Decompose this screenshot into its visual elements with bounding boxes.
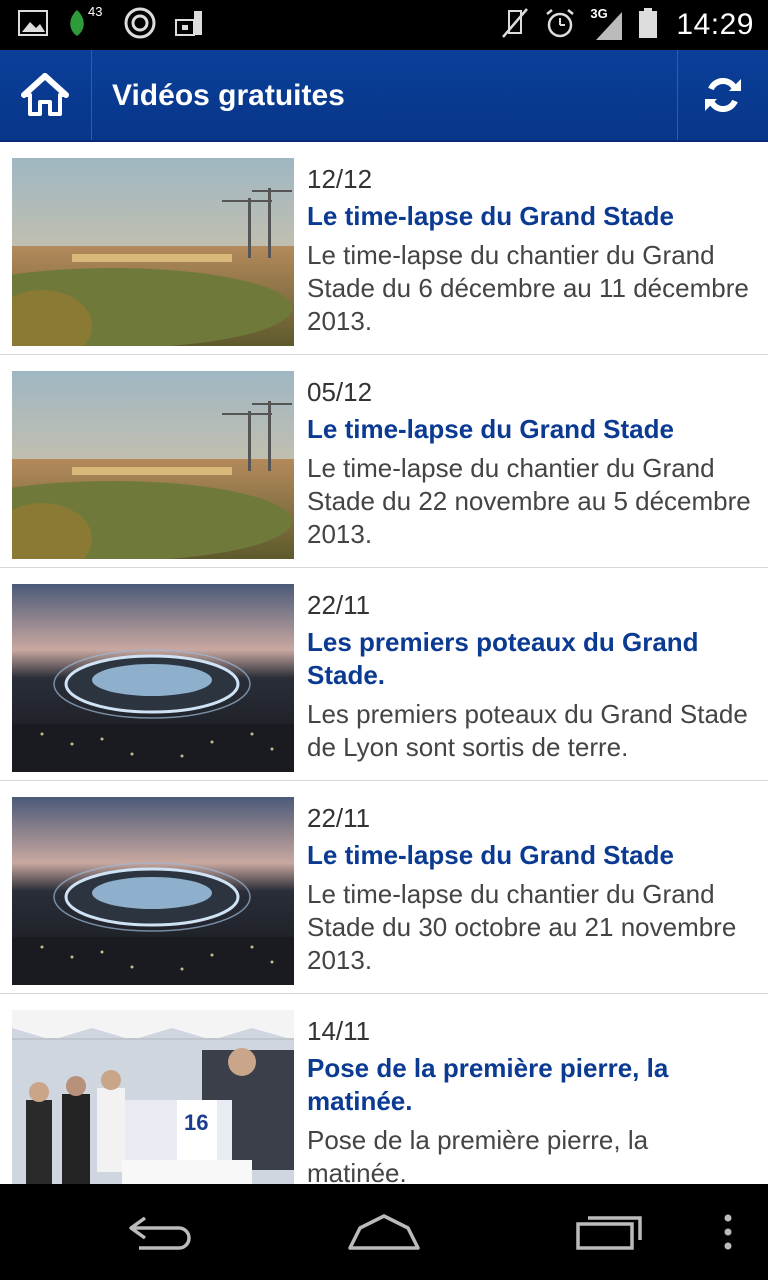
sync-circle-icon xyxy=(124,7,156,44)
video-title[interactable]: Le time-lapse du Grand Stade xyxy=(307,200,754,233)
page-title: Vidéos gratuites xyxy=(112,79,345,112)
video-title[interactable]: Le time-lapse du Grand Stade xyxy=(307,839,754,872)
video-thumbnail[interactable] xyxy=(12,158,294,346)
refresh-icon xyxy=(705,78,741,112)
overflow-menu-button[interactable] xyxy=(710,1202,746,1262)
status-bar: 43 3G 14:29 xyxy=(0,0,768,50)
video-description: Le time-lapse du chantier du Grand Stade… xyxy=(307,453,751,549)
home-nav-button[interactable] xyxy=(334,1202,434,1262)
video-description: Pose de la première pierre, la matinée. xyxy=(307,1125,649,1184)
alarm-icon xyxy=(544,7,576,44)
signal-3g-icon: 3G xyxy=(590,6,624,42)
svg-text:16: 16 xyxy=(184,1110,208,1135)
leaf-notification-icon: 43 xyxy=(66,4,106,42)
recent-apps-icon xyxy=(576,1216,642,1250)
battery-icon xyxy=(638,7,658,44)
lock-download-icon xyxy=(174,8,204,43)
video-title[interactable]: Pose de la première pierre, la matinée. xyxy=(307,1052,754,1118)
video-title[interactable]: Le time-lapse du Grand Stade xyxy=(307,413,754,446)
home-icon xyxy=(21,73,69,116)
video-date: 05/12 xyxy=(307,377,373,407)
action-bar: Vidéos gratuites xyxy=(0,50,768,142)
clock: 14:29 xyxy=(676,8,754,41)
video-thumbnail[interactable] xyxy=(12,371,294,559)
home-button[interactable] xyxy=(0,50,90,140)
video-list-item[interactable]: 16 14/11 Pose de la première pierre, la … xyxy=(0,994,768,1184)
video-list-item[interactable]: 22/11 Les premiers poteaux du Grand Stad… xyxy=(0,568,768,781)
refresh-button[interactable] xyxy=(678,50,768,140)
video-list-item[interactable]: 22/11 Le time-lapse du Grand Stade Le ti… xyxy=(0,781,768,994)
video-description: Les premiers poteaux du Grand Stade de L… xyxy=(307,699,748,762)
video-date: 22/11 xyxy=(307,803,371,833)
video-thumbnail[interactable]: 16 xyxy=(12,1010,294,1184)
more-vertical-icon xyxy=(724,1214,732,1250)
back-icon xyxy=(129,1216,191,1250)
video-list-item[interactable]: 12/12 Le time-lapse du Grand Stade Le ti… xyxy=(0,142,768,355)
video-title[interactable]: Les premiers poteaux du Grand Stade. xyxy=(307,626,754,692)
video-date: 22/11 xyxy=(307,590,371,620)
video-list-item[interactable]: 05/12 Le time-lapse du Grand Stade Le ti… xyxy=(0,355,768,568)
video-thumbnail[interactable] xyxy=(12,797,294,985)
divider xyxy=(91,50,92,140)
video-date: 12/12 xyxy=(307,164,373,194)
recent-apps-button[interactable] xyxy=(560,1202,660,1262)
system-navigation-bar xyxy=(0,1184,768,1280)
video-date: 14/11 xyxy=(307,1016,371,1046)
home-outline-icon xyxy=(348,1214,420,1250)
video-thumbnail[interactable] xyxy=(12,584,294,772)
video-list: 12/12 Le time-lapse du Grand Stade Le ti… xyxy=(0,142,768,1184)
back-button[interactable] xyxy=(112,1202,208,1262)
video-description: Le time-lapse du chantier du Grand Stade… xyxy=(307,240,749,336)
vibrate-off-icon xyxy=(500,7,530,44)
video-description: Le time-lapse du chantier du Grand Stade… xyxy=(307,879,737,975)
image-notification-icon xyxy=(18,9,48,41)
